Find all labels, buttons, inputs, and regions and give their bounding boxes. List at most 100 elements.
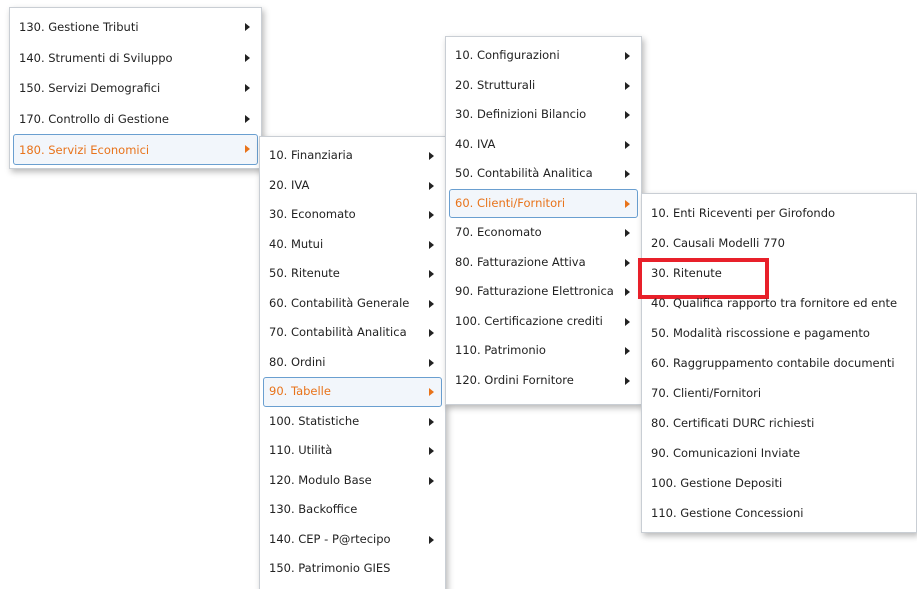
menu-item-130-backoffice[interactable]: 130. Backoffice	[260, 495, 445, 525]
menu-item-100-gestione-depositi[interactable]: 100. Gestione Depositi	[642, 468, 916, 498]
menu-item-70-contabilita-analitica[interactable]: 70. Contabilità Analitica	[260, 318, 445, 348]
menu-item-10-enti-riceventi-per-girofondo[interactable]: 10. Enti Riceventi per Girofondo	[642, 198, 916, 228]
submenu-arrow-icon	[625, 376, 630, 385]
menu-item-80-certificati-durc-richiesti[interactable]: 80. Certificati DURC richiesti	[642, 408, 916, 438]
menu-item-label: 20. Strutturali	[455, 77, 536, 92]
menu-item-20-iva[interactable]: 20. IVA	[260, 171, 445, 201]
menu-item-50-contabilita-analitica[interactable]: 50. Contabilità Analitica	[446, 159, 641, 189]
menu-item-label: 130. Backoffice	[269, 502, 358, 516]
menu-item-140-strumenti-di-sviluppo[interactable]: 140. Strumenti di Sviluppo	[10, 43, 261, 74]
menu-item-label: 80. Certificati DURC richiesti	[651, 416, 815, 430]
menu-item-170-controllo-di-gestione[interactable]: 170. Controllo di Gestione	[10, 104, 261, 135]
submenu-arrow-icon	[429, 152, 434, 160]
submenu-arrow-icon	[625, 288, 630, 296]
menu-item-100-certificazione-crediti[interactable]: 100. Certificazione crediti	[446, 307, 641, 337]
menu-item-label: 110. Patrimonio	[455, 343, 546, 357]
menu-item-label: 120. Ordini Fornitore	[455, 372, 574, 387]
menu-item-30-ritenute[interactable]: 30. Ritenute	[638, 258, 916, 299]
menu-item-70-clienti-fornitori[interactable]: 70. Clienti/Fornitori	[642, 378, 916, 408]
menu-item-label: 170. Controllo di Gestione	[19, 111, 169, 126]
menu-item-110-gestione-concessioni[interactable]: 110. Gestione Concessioni	[642, 498, 916, 528]
menu-item-label: 30. Ritenute	[651, 266, 722, 280]
menu-item-110-utilita[interactable]: 110. Utilità	[260, 436, 445, 466]
menu-item-130-gestione-tributi[interactable]: 130. Gestione Tributi	[10, 12, 261, 43]
submenu-arrow-icon	[625, 199, 630, 208]
menu-item-label: 40. Qualifica rapporto tra fornitore ed …	[651, 296, 898, 310]
menu-item-label: 120. Modulo Base	[269, 472, 372, 487]
submenu-arrow-icon	[625, 140, 630, 149]
menu-item-20-causali-modelli-770[interactable]: 20. Causali Modelli 770	[642, 228, 916, 258]
menu-level-2: 10. Finanziaria 20. IVA 30. Economato 40. M…	[259, 136, 446, 589]
submenu-arrow-icon	[429, 181, 434, 190]
menu-item-label: 180. Servizi Economici	[19, 143, 150, 157]
submenu-arrow-icon	[245, 84, 250, 92]
menu-item-60-contabilita-generale[interactable]: 60. Contabilità Generale	[260, 289, 445, 319]
menu-item-label: 150. Patrimonio GIES	[269, 561, 391, 575]
submenu-arrow-icon	[429, 476, 434, 485]
menu-item-60-clienti-fornitori[interactable]: 60. Clienti/Fornitori	[449, 188, 638, 218]
menu-item-10-finanziaria[interactable]: 10. Finanziaria	[260, 141, 445, 171]
menu-item-50-ritenute[interactable]: 50. Ritenute	[260, 259, 445, 289]
menu-item-120-ordini-fornitore[interactable]: 120. Ordini Fornitore	[446, 366, 641, 396]
submenu-arrow-icon	[429, 329, 434, 337]
menu-level-4: 10. Enti Riceventi per Girofondo 20. Caus…	[638, 193, 917, 533]
menu-item-label: 60. Raggruppamento contabile documenti	[651, 356, 895, 370]
menu-item-label: 110. Utilità	[269, 443, 333, 457]
menu-item-140-cep-p-rtecipo[interactable]: 140. CEP - P@rtecipo	[260, 525, 445, 555]
menu-item-150-servizi-demografici[interactable]: 150. Servizi Demografici	[10, 73, 261, 104]
menu-item-label: 150. Servizi Demografici	[19, 81, 161, 95]
menu-item-150-patrimonio-gies[interactable]: 150. Patrimonio GIES	[260, 554, 445, 584]
menu-item-label: 50. Modalità riscossione e pagamento	[651, 326, 870, 340]
submenu-arrow-icon	[625, 347, 630, 355]
menu-item-30-economato[interactable]: 30. Economato	[260, 200, 445, 230]
menu-item-90-tabelle[interactable]: 90. Tabelle	[263, 377, 442, 407]
menu-item-30-definizioni-bilancio[interactable]: 30. Definizioni Bilancio	[446, 100, 641, 130]
submenu-arrow-icon	[429, 270, 434, 278]
menu-item-40-qualifica-rapporto-tra-fornitore-ed-ente[interactable]: 40. Qualifica rapporto tra fornitore ed …	[642, 288, 916, 318]
menu-item-20-strutturali[interactable]: 20. Strutturali	[446, 71, 641, 101]
menu-item-70-economato[interactable]: 70. Economato	[446, 218, 641, 248]
submenu-arrow-icon	[625, 317, 630, 326]
menu-item-label: 30. Economato	[269, 207, 356, 221]
menu-item-label: 130. Gestione Tributi	[19, 20, 139, 34]
submenu-arrow-icon	[625, 229, 630, 237]
menu-item-label: 50. Ritenute	[269, 266, 340, 280]
menu-item-90-fatturazione-elettronica[interactable]: 90. Fatturazione Elettronica	[446, 277, 641, 307]
submenu-arrow-icon	[429, 299, 434, 308]
menu-item-label: 100. Certificazione crediti	[455, 313, 603, 328]
submenu-arrow-icon	[429, 211, 434, 219]
submenu-arrow-icon	[429, 417, 434, 426]
submenu-arrow-icon	[625, 111, 630, 119]
menu-item-60-raggruppamento-contabile-documenti[interactable]: 60. Raggruppamento contabile documenti	[642, 348, 916, 378]
submenu-arrow-icon	[429, 447, 434, 455]
menu-item-label: 10. Enti Riceventi per Girofondo	[651, 206, 836, 220]
menu-item-40-iva[interactable]: 40. IVA	[446, 130, 641, 160]
submenu-arrow-icon	[625, 170, 630, 178]
menu-item-10-configurazioni[interactable]: 10. Configurazioni	[446, 41, 641, 71]
menu-item-180-servizi-economici[interactable]: 180. Servizi Economici	[13, 134, 258, 165]
submenu-arrow-icon	[429, 535, 434, 544]
menu-item-100-statistiche[interactable]: 100. Statistiche	[260, 407, 445, 437]
menu-item-label: 20. IVA	[269, 177, 310, 192]
menu-item-label: 10. Finanziaria	[269, 148, 353, 162]
menu-item-label: 100. Gestione Depositi	[651, 476, 783, 490]
submenu-arrow-icon	[245, 23, 250, 31]
menu-item-80-fatturazione-attiva[interactable]: 80. Fatturazione Attiva	[446, 248, 641, 278]
menu-level-1: 130. Gestione Tributi 140. Strumenti di S…	[9, 7, 262, 169]
submenu-arrow-icon	[625, 258, 630, 267]
menu-item-80-ordini[interactable]: 80. Ordini	[260, 348, 445, 378]
menu-item-label: 140. Strumenti di Sviluppo	[19, 50, 173, 65]
submenu-arrow-icon	[245, 114, 250, 123]
menu-item-120-modulo-base[interactable]: 120. Modulo Base	[260, 466, 445, 496]
menu-item-label: 40. IVA	[455, 136, 496, 151]
menu-item-label: 30. Definizioni Bilancio	[455, 107, 587, 121]
menu-item-label: 80. Ordini	[269, 354, 326, 369]
menu-item-40-mutui[interactable]: 40. Mutui	[260, 230, 445, 260]
menu-item-90-comunicazioni-inviate[interactable]: 90. Comunicazioni Inviate	[642, 438, 916, 468]
menu-item-label: 60. Contabilità Generale	[269, 295, 410, 310]
submenu-arrow-icon	[245, 53, 250, 62]
menu-item-label: 70. Clienti/Fornitori	[651, 386, 762, 400]
menu-item-50-modalita-riscossione-e-pagamento[interactable]: 50. Modalità riscossione e pagamento	[642, 318, 916, 348]
menu-item-110-patrimonio[interactable]: 110. Patrimonio	[446, 336, 641, 366]
menu-item-label: 80. Fatturazione Attiva	[455, 254, 586, 269]
